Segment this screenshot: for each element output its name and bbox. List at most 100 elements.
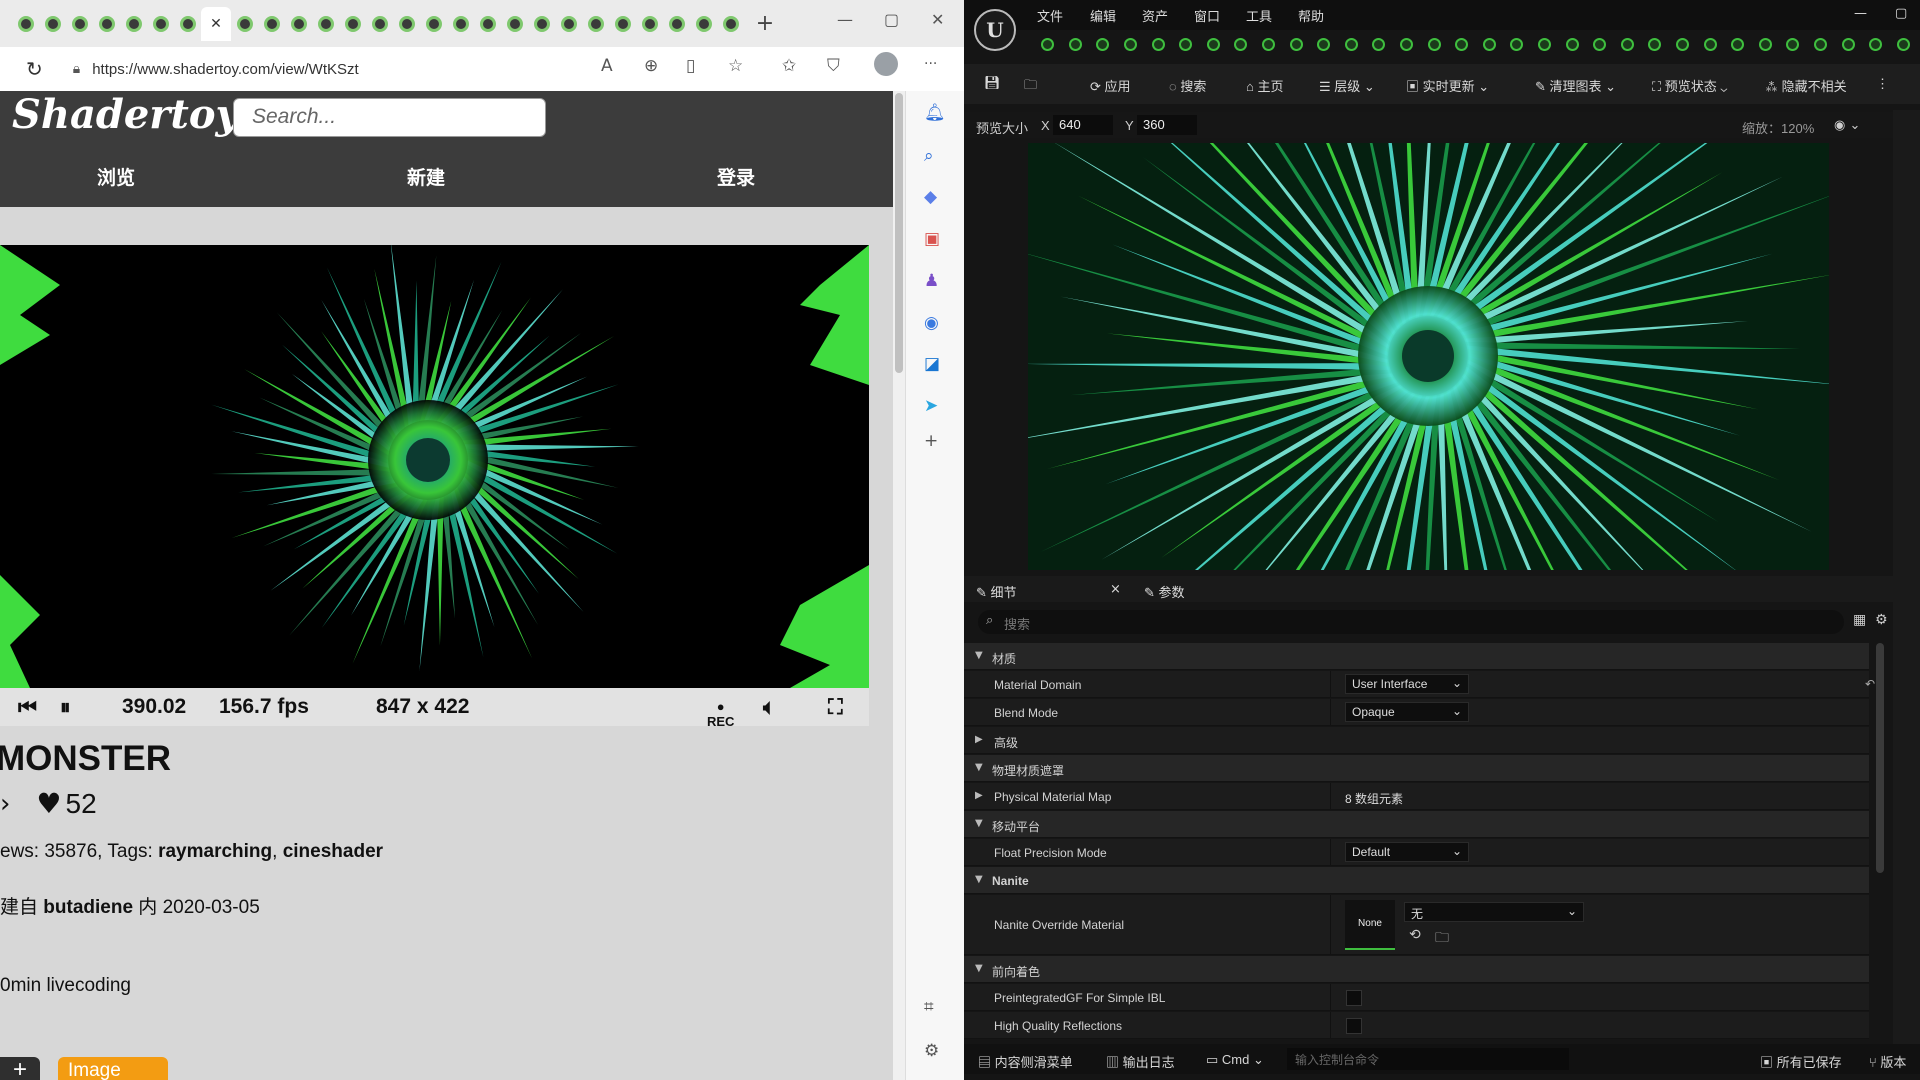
add-icon[interactable]: + — [924, 431, 938, 451]
menu-asset[interactable]: 资产 — [1142, 6, 1168, 25]
fullscreen-icon[interactable]: ⛶ — [828, 695, 843, 720]
output-log-button[interactable]: ▥ 输出日志 — [1106, 1052, 1175, 1071]
asset-tab-icon[interactable] — [1696, 34, 1724, 54]
browser-tab[interactable] — [93, 7, 120, 41]
browser-tab[interactable] — [501, 7, 528, 41]
maximize-button[interactable]: ▢ — [884, 10, 899, 29]
cmd-dropdown[interactable]: ▭ Cmd ⌄ — [1206, 1052, 1264, 1068]
nanite-material-dropdown[interactable]: 无 ⌄ — [1404, 902, 1584, 922]
record-button[interactable]: ● REC — [707, 699, 734, 729]
live-update-button[interactable]: ▣ 实时更新 ⌄ — [1406, 76, 1489, 95]
shadertoy-logo[interactable]: Shadertoy — [12, 91, 239, 138]
zoom-icon[interactable]: ⊕ — [644, 56, 658, 76]
settings-gear-icon[interactable]: ⚙ — [924, 1041, 939, 1061]
split-screen-icon[interactable]: ▯ — [686, 56, 695, 76]
asset-tab-icon[interactable] — [1779, 34, 1807, 54]
maximize-icon[interactable]: ▢ — [1895, 6, 1907, 21]
asset-tab-icon[interactable] — [1089, 34, 1117, 54]
column-divider[interactable] — [1330, 671, 1331, 697]
menu-edit[interactable]: 编辑 — [1090, 6, 1116, 25]
asset-tab-icon[interactable] — [1531, 34, 1559, 54]
favorite-icon[interactable]: ☆ — [728, 56, 743, 76]
asset-tab-icon[interactable] — [1862, 34, 1890, 54]
column-divider[interactable] — [1330, 783, 1331, 809]
url-text[interactable]: https://www.shadertoy.com/view/WtKSzt — [92, 61, 358, 78]
browser-tab[interactable] — [285, 7, 312, 41]
asset-tab-icon[interactable] — [1724, 34, 1752, 54]
author-link[interactable]: butadiene — [43, 897, 133, 918]
blend-mode-dropdown[interactable]: Opaque ⌄ — [1345, 702, 1469, 722]
asset-tab-icon[interactable] — [1117, 34, 1145, 54]
details-scrollbar[interactable] — [1876, 643, 1884, 873]
browse-icon[interactable]: 🗀 — [1024, 76, 1037, 98]
preintegrated-checkbox[interactable] — [1346, 990, 1362, 1006]
expand-chevron-icon[interactable]: › — [0, 789, 10, 819]
minimize-button[interactable]: — — [837, 10, 853, 29]
page-scrollbar[interactable] — [893, 91, 905, 1080]
asset-tab-icon[interactable] — [1889, 34, 1917, 54]
nav-login[interactable]: 登录 — [717, 163, 755, 190]
asset-tab-icon[interactable] — [1751, 34, 1779, 54]
browser-tab[interactable] — [663, 7, 690, 41]
toolbar-more-icon[interactable]: ⋮ — [1876, 76, 1889, 92]
send-icon[interactable]: ➤ — [924, 396, 938, 416]
content-drawer-button[interactable]: ▤ 内容侧滑菜单 — [978, 1052, 1073, 1071]
menu-window[interactable]: 窗口 — [1194, 6, 1220, 25]
menu-help[interactable]: 帮助 — [1298, 6, 1324, 25]
search-icon[interactable]: ⌕ — [924, 146, 934, 166]
outlook-icon[interactable]: ◪ — [924, 354, 940, 374]
save-status[interactable]: ▣ 所有已保存 — [1760, 1052, 1842, 1071]
browser-tab[interactable] — [636, 7, 663, 41]
browser-tab[interactable] — [174, 7, 201, 41]
browse-asset-icon[interactable]: 🗀 — [1435, 927, 1449, 951]
heart-icon[interactable]: ♥ — [36, 787, 61, 820]
asset-tab-icon[interactable] — [1227, 34, 1255, 54]
rewind-icon[interactable]: ⏮ — [18, 695, 37, 720]
unreal-logo[interactable]: U — [974, 9, 1016, 51]
apply-button[interactable]: ⟳ 应用 — [1090, 76, 1131, 95]
preview-x-field[interactable]: 640 — [1053, 115, 1113, 135]
tag-icon[interactable]: ◆ — [924, 187, 937, 207]
menu-tools[interactable]: 工具 — [1246, 6, 1272, 25]
reset-default-icon[interactable]: ↶ — [1865, 677, 1875, 691]
nav-browse[interactable]: 浏览 — [97, 163, 135, 190]
asset-tab-icon[interactable] — [1503, 34, 1531, 54]
settings-icon[interactable]: ⚙ — [1875, 612, 1888, 628]
asset-tab-icon[interactable] — [1255, 34, 1283, 54]
browser-tab[interactable] — [555, 7, 582, 41]
asset-tab-icon[interactable] — [1338, 34, 1366, 54]
prop-advanced[interactable]: ▶ 高级 — [964, 727, 1869, 754]
browser-tab[interactable] — [366, 7, 393, 41]
asset-tab-icon[interactable] — [1282, 34, 1310, 54]
tag-raymarching[interactable]: raymarching — [158, 841, 272, 862]
profile-avatar[interactable] — [874, 52, 898, 76]
browser-tab[interactable] — [120, 7, 147, 41]
home-button[interactable]: ⌂ 主页 — [1246, 76, 1283, 95]
image-tab-button[interactable]: Image — [58, 1057, 168, 1080]
new-tab-button[interactable]: + — [750, 11, 780, 36]
browser-tab[interactable] — [690, 7, 717, 41]
asset-tab-icon[interactable] — [1641, 34, 1669, 54]
asset-tab-icon[interactable] — [1172, 34, 1200, 54]
browser-tab[interactable] — [312, 7, 339, 41]
minimize-icon[interactable]: — — [1854, 6, 1867, 21]
category-phys-mask[interactable]: ▼ 物理材质遮罩 — [964, 755, 1869, 782]
browser-tab[interactable] — [39, 7, 66, 41]
volume-icon[interactable]: 🔈︎ — [763, 695, 776, 720]
browser-tab[interactable] — [147, 7, 174, 41]
close-details-icon[interactable]: × — [1110, 582, 1121, 597]
hide-unrelated-button[interactable]: ⁂ 隐藏不相关 — [1765, 76, 1847, 95]
browser-tab[interactable] — [447, 7, 474, 41]
close-tab-icon[interactable]: ✕ — [201, 6, 231, 41]
lock-icon[interactable]: 🔒︎ — [73, 61, 80, 77]
more-icon[interactable]: ··· — [924, 56, 937, 72]
preview-y-field[interactable]: 360 — [1137, 115, 1197, 135]
asset-tab-icon[interactable] — [1807, 34, 1835, 54]
category-forward-shading[interactable]: ▼ 前向着色 — [964, 956, 1869, 983]
view-options-eye-icon[interactable]: ◉ ⌄ — [1834, 118, 1860, 133]
asset-tab-icon[interactable] — [1476, 34, 1504, 54]
column-divider[interactable] — [1330, 839, 1331, 865]
reload-icon[interactable]: ↻ — [26, 57, 43, 81]
column-divider[interactable] — [1330, 984, 1331, 1010]
column-divider[interactable] — [1330, 895, 1331, 954]
